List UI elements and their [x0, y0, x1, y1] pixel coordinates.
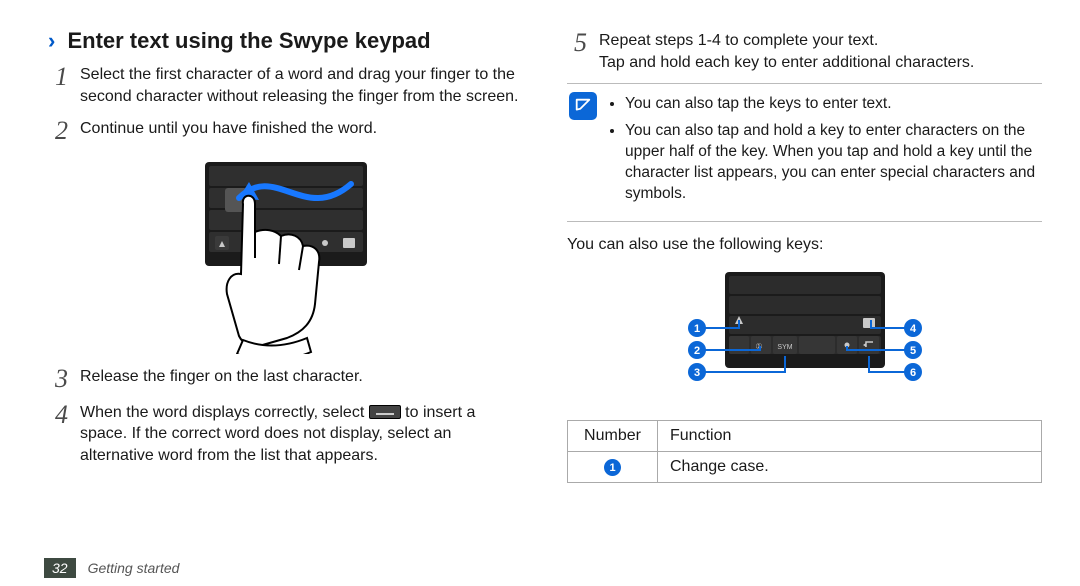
step-number: 2 [48, 118, 68, 144]
step4-part1: When the word displays correctly, select [80, 404, 369, 421]
svg-text:5: 5 [909, 345, 915, 357]
page-footer: 32 Getting started [44, 558, 179, 578]
svg-text:4: 4 [909, 323, 916, 335]
step-number: 3 [48, 366, 68, 392]
note-body: You can also tap the keys to enter text.… [607, 92, 1040, 211]
step5-line1: Repeat steps 1-4 to complete your text. [599, 32, 878, 49]
chevron-right-icon: › [48, 28, 55, 53]
table-cell-function: Change case. [658, 451, 1042, 483]
step-3: 3 Release the finger on the last charact… [48, 366, 523, 392]
note-box: You can also tap the keys to enter text.… [567, 83, 1042, 222]
step-number: 5 [567, 30, 587, 73]
step-text: When the word displays correctly, select… [80, 402, 523, 467]
section-headline: › Enter text using the Swype keypad [48, 28, 523, 54]
table-cell-number: 1 [568, 451, 658, 483]
number-badge-1-icon: 1 [604, 459, 621, 476]
step-number: 1 [48, 64, 68, 107]
step-number: 4 [48, 402, 68, 467]
note-bullet-1: You can also tap the keys to enter text. [625, 94, 1040, 115]
headline-text: Enter text using the Swype keypad [67, 28, 430, 53]
svg-text:SYM: SYM [777, 344, 792, 351]
keyboard-callouts-illustration: ① SYM [673, 266, 937, 406]
step-text: Repeat steps 1-4 to complete your text. … [599, 30, 974, 73]
left-column: › Enter text using the Swype keypad 1 Se… [48, 24, 523, 544]
space-key-icon [369, 405, 401, 419]
svg-text:2: 2 [693, 345, 699, 357]
following-keys-intro: You can also use the following keys: [567, 236, 1042, 254]
note-icon [569, 92, 597, 120]
function-table: Number Function 1 Change case. [567, 420, 1042, 484]
table-header-row: Number Function [568, 420, 1042, 451]
step-4: 4 When the word displays correctly, sele… [48, 402, 523, 467]
step-2: 2 Continue until you have finished the w… [48, 118, 523, 144]
page-number: 32 [44, 558, 76, 578]
table-row: 1 Change case. [568, 451, 1042, 483]
note-bullet-2: You can also tap and hold a key to enter… [625, 121, 1040, 205]
step-text: Continue until you have finished the wor… [80, 118, 377, 144]
swype-gesture-illustration [195, 154, 377, 354]
two-column-layout: › Enter text using the Swype keypad 1 Se… [48, 24, 1042, 544]
table-header-number: Number [568, 420, 658, 451]
svg-text:1: 1 [693, 323, 699, 335]
step5-line2: Tap and hold each key to enter additiona… [599, 54, 974, 71]
table-header-function: Function [658, 420, 1042, 451]
step-text: Release the finger on the last character… [80, 366, 363, 392]
step-1: 1 Select the first character of a word a… [48, 64, 523, 107]
step-5: 5 Repeat steps 1-4 to complete your text… [567, 30, 1042, 73]
right-column: 5 Repeat steps 1-4 to complete your text… [567, 24, 1042, 544]
section-name: Getting started [88, 560, 180, 576]
step-text: Select the first character of a word and… [80, 64, 523, 107]
svg-text:6: 6 [909, 367, 915, 379]
svg-text:3: 3 [693, 367, 699, 379]
